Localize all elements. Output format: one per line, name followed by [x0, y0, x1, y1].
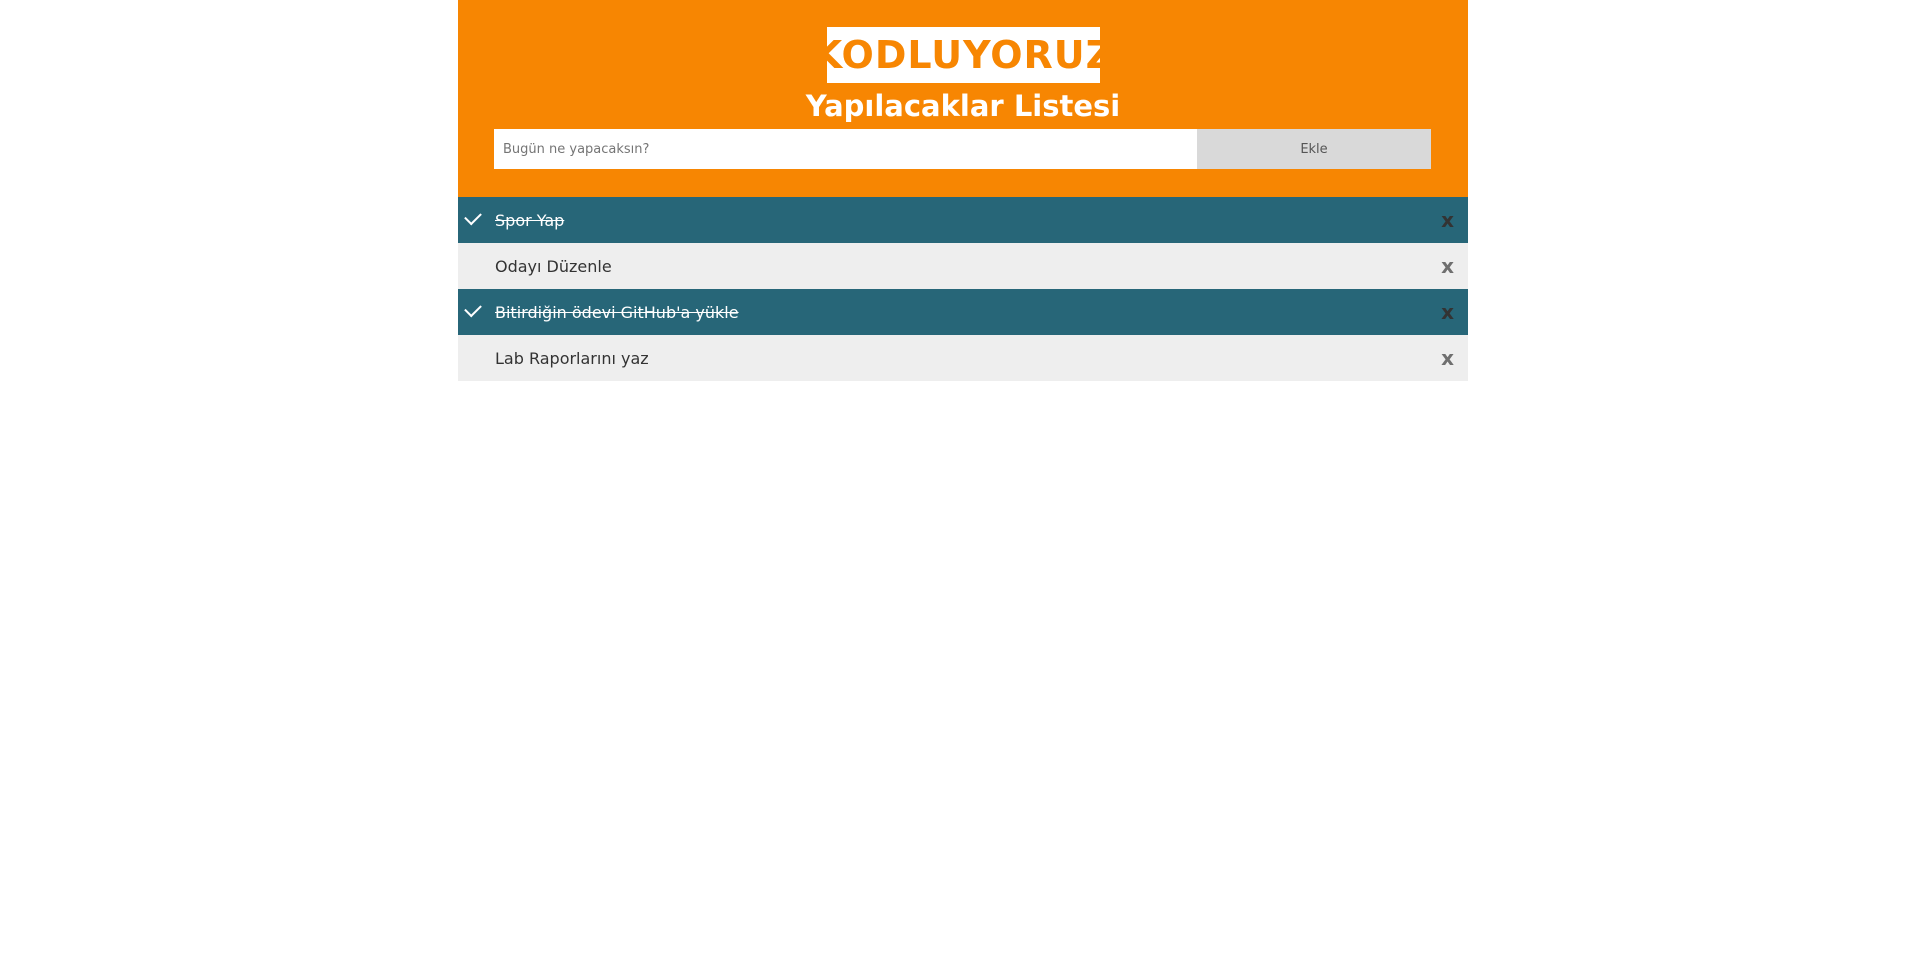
close-icon[interactable]: x [1441, 253, 1454, 279]
task-label: Bitirdiğin ödevi GitHub'a yükle [495, 302, 739, 322]
task-label: Lab Raporlarını yaz [495, 348, 649, 368]
list-item[interactable]: Lab Raporlarını yaz x [458, 335, 1468, 381]
check-icon [464, 299, 482, 318]
header: KODLUYORUZ Yapılacaklar Listesi Ekle [458, 0, 1468, 197]
task-label: Spor Yap [495, 210, 565, 230]
check-icon [464, 207, 482, 226]
close-icon[interactable]: x [1441, 345, 1454, 371]
logo-text: KODLUYORUZ [812, 33, 1115, 77]
page-title: Yapılacaklar Listesi [805, 89, 1121, 123]
add-button[interactable]: Ekle [1197, 129, 1431, 169]
list-item[interactable]: Bitirdiğin ödevi GitHub'a yükle x [458, 289, 1468, 335]
kodluyoruz-logo: KODLUYORUZ [813, 27, 1113, 83]
list-item[interactable]: Spor Yap x [458, 197, 1468, 243]
task-label: Odayı Düzenle [495, 256, 612, 276]
todo-app: KODLUYORUZ Yapılacaklar Listesi Ekle Spo… [458, 0, 1468, 381]
task-list: Spor Yap x Odayı Düzenle x Bitirdiğin öd… [458, 197, 1468, 381]
task-input[interactable] [494, 129, 1197, 169]
close-icon[interactable]: x [1441, 299, 1454, 325]
add-task-form: Ekle [494, 129, 1431, 169]
close-icon[interactable]: x [1441, 207, 1454, 233]
list-item[interactable]: Odayı Düzenle x [458, 243, 1468, 289]
